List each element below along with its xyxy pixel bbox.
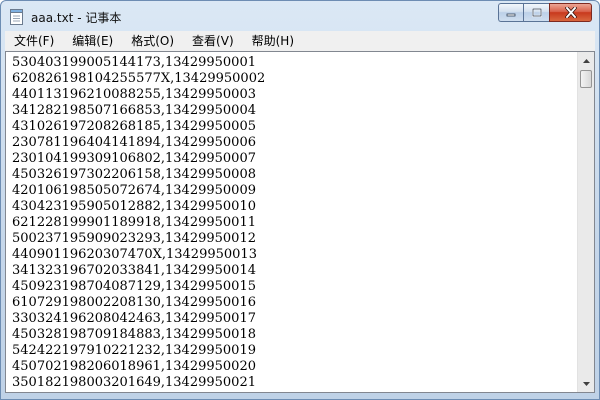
- title-bar[interactable]: aaa.txt - 记事本: [1, 1, 599, 31]
- text-line: 450328198709184883,13429950018: [12, 327, 256, 342]
- minimize-button[interactable]: [498, 3, 523, 22]
- text-line: 500237195909023293,13429950012: [12, 231, 256, 246]
- text-line: 450923198704087129,13429950015: [12, 279, 256, 294]
- minimize-icon: [506, 13, 516, 16]
- close-button[interactable]: [549, 3, 592, 22]
- text-line: 230781196404141894,13429950006: [12, 135, 256, 150]
- menu-edit[interactable]: 编辑(E): [63, 31, 122, 51]
- menu-file[interactable]: 文件(F): [5, 31, 63, 51]
- text-line: 440113196210088255,13429950003: [12, 87, 256, 102]
- window-title: aaa.txt - 记事本: [31, 11, 122, 25]
- text-line: 350182198003201649,13429950021: [12, 375, 256, 390]
- text-line: 330324196208042463,13429950017: [12, 311, 256, 326]
- scroll-down-button[interactable]: [578, 375, 595, 392]
- menu-bar: 文件(F) 编辑(E) 格式(O) 查看(V) 帮助(H): [5, 31, 595, 51]
- text-line: 610729198002208130,13429950016: [12, 295, 256, 310]
- text-line: 44090119620307470X,13429950013: [12, 247, 257, 262]
- vertical-scrollbar[interactable]: [577, 52, 594, 392]
- text-line: 230104199309106802,13429950007: [12, 151, 256, 166]
- notepad-window: aaa.txt - 记事本 文件(F) 编辑(E) 格式(O) 查看(V) 帮助…: [0, 0, 600, 400]
- text-line: 420106198505072674,13429950009: [12, 183, 256, 198]
- text-line: 450702198206018961,13429950020: [12, 359, 256, 374]
- menu-format[interactable]: 格式(O): [122, 31, 183, 51]
- text-line: 542422197910221232,13429950019: [12, 343, 256, 358]
- text-editor[interactable]: 530403199005144173,13429950001 620826198…: [6, 52, 577, 392]
- text-line: 341323196702033841,13429950014: [12, 263, 256, 278]
- menu-help[interactable]: 帮助(H): [243, 31, 303, 51]
- text-line: 450326197302206158,13429950008: [12, 167, 256, 182]
- text-line: 621228199901189918,13429950011: [12, 215, 256, 230]
- text-line: 341282198507166853,13429950004: [12, 103, 256, 118]
- caption-buttons: [498, 3, 592, 22]
- scroll-up-button[interactable]: [578, 52, 595, 69]
- maximize-icon: [531, 7, 542, 17]
- maximize-button[interactable]: [523, 3, 549, 22]
- editor-frame: 530403199005144173,13429950001 620826198…: [5, 51, 595, 393]
- scroll-thumb[interactable]: [580, 70, 592, 88]
- text-line: 430423195905012882,13429950010: [12, 199, 256, 214]
- text-line: 431026197208268185,13429950005: [12, 119, 256, 134]
- notepad-file-icon: [10, 9, 23, 25]
- close-icon: [564, 7, 577, 18]
- text-line: 620826198104255577X,13429950002: [12, 71, 266, 86]
- menu-view[interactable]: 查看(V): [183, 31, 243, 51]
- scroll-down-arrow-icon: [583, 381, 590, 386]
- scroll-up-arrow-icon: [583, 58, 590, 63]
- text-line: 530403199005144173,13429950001: [12, 55, 256, 70]
